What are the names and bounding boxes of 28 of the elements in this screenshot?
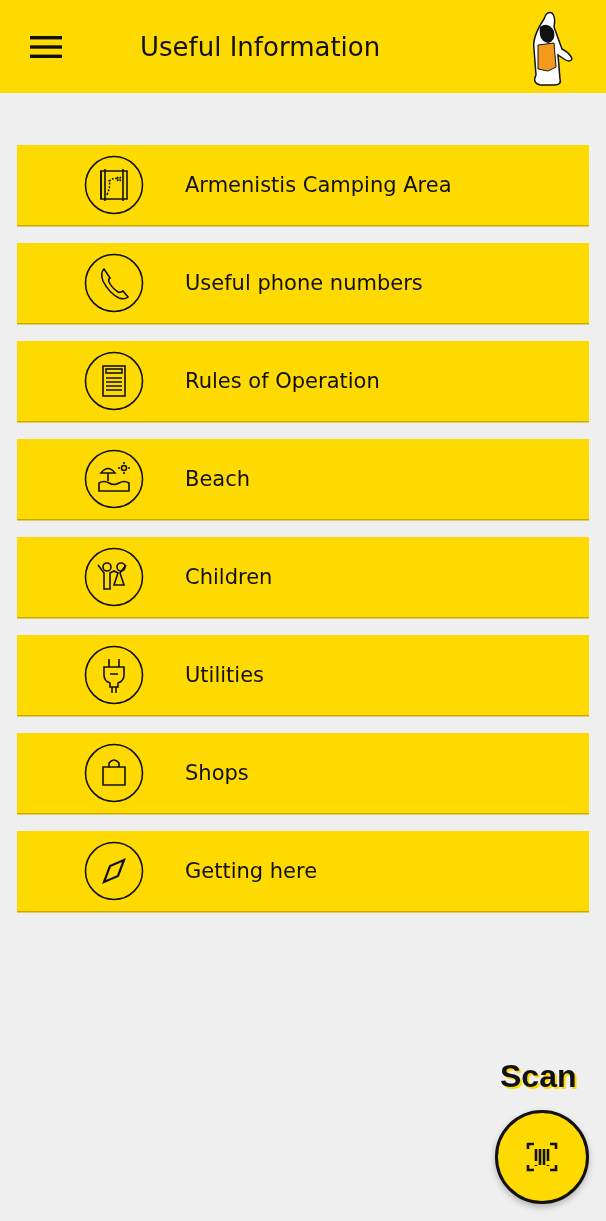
menu-item[interactable]: Armenistis Camping Area: [17, 145, 589, 225]
map-icon: [84, 155, 144, 215]
shopping-bag-icon: [84, 743, 144, 803]
menu-item[interactable]: Getting here: [17, 831, 589, 911]
item-label: Getting here: [185, 859, 318, 883]
item-label: Useful phone numbers: [185, 271, 423, 295]
item-label: Beach: [185, 467, 251, 491]
menu-item[interactable]: Rules of Operation: [17, 341, 589, 421]
phone-icon: [84, 253, 144, 313]
menu-item[interactable]: Shops: [17, 733, 589, 813]
menu-item[interactable]: Utilities: [17, 635, 589, 715]
children-icon: [84, 547, 144, 607]
scan-button[interactable]: [495, 1110, 589, 1204]
menu-item[interactable]: Beach: [17, 439, 589, 519]
document-icon: [84, 351, 144, 411]
item-label: Armenistis Camping Area: [185, 173, 452, 197]
scan-label: Scan: [500, 1058, 577, 1095]
item-label: Rules of Operation: [185, 369, 380, 393]
menu-item[interactable]: Useful phone numbers: [17, 243, 589, 323]
item-label: Shops: [185, 761, 249, 785]
menu-icon[interactable]: [30, 35, 62, 58]
beach-umbrella-icon: [84, 449, 144, 509]
plug-icon: [84, 645, 144, 705]
menu-item[interactable]: Children: [17, 537, 589, 617]
compass-icon: [84, 841, 144, 901]
item-label: Children: [185, 565, 273, 589]
item-label: Utilities: [185, 663, 265, 687]
page-title: Useful Information: [140, 31, 382, 62]
